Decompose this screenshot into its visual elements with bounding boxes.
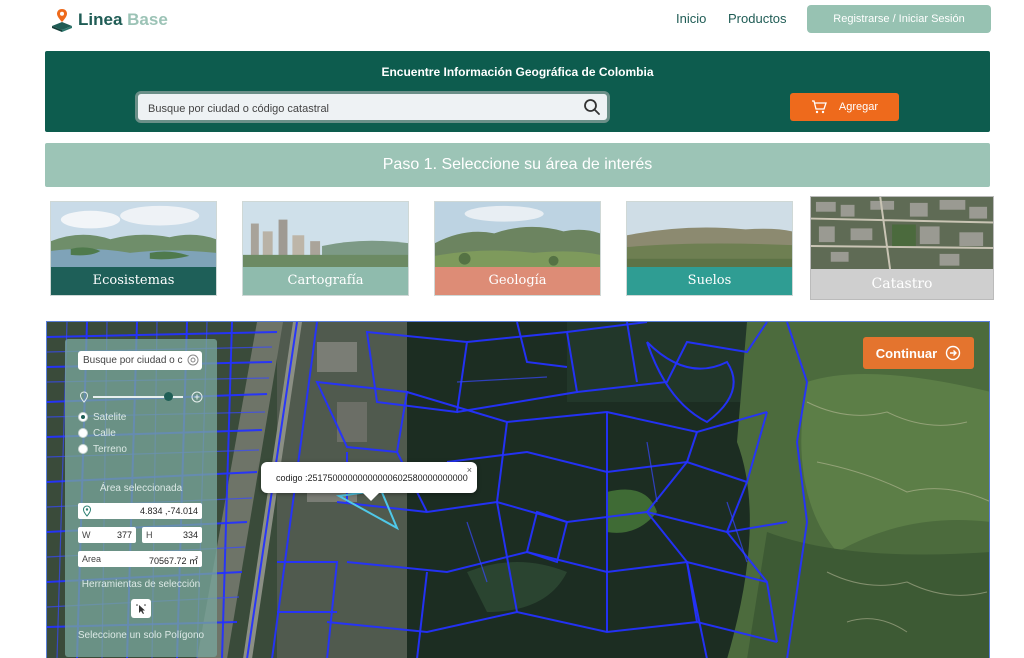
cart-icon [811,100,827,114]
card-ecosistemas-label: Ecosistemas [51,267,216,295]
location-pin-icon [82,505,92,517]
radio-button[interactable] [78,428,88,438]
add-button-label: Agregar [838,101,879,113]
nav-productos[interactable]: Productos [728,11,787,26]
map-pin-logo-icon [52,9,72,32]
radio-button[interactable] [78,412,88,422]
card-suelos-label: Suelos [627,267,792,295]
area-label: Area [82,554,102,564]
plus-circle-icon[interactable] [191,391,203,403]
map-control-panel: Satelite Calle Terreno Área seleccionada… [65,339,217,657]
width-field: W 377 [78,527,136,543]
brand-name: Linea Base [78,10,168,29]
width-value: 377 [116,530,132,540]
pin-icon [79,391,89,403]
opacity-slider[interactable] [79,390,203,404]
nav-inicio[interactable]: Inicio [676,11,706,26]
step-title: Paso 1. Seleccione su área de interés [45,143,990,187]
search-box[interactable] [135,91,610,123]
target-search-icon[interactable] [187,354,199,366]
register-login-button[interactable]: Registrarse / Iniciar Sesión [807,5,991,33]
height-label: H [146,530,153,540]
height-value: 334 [182,530,198,540]
area-title: Área seleccionada [99,483,183,494]
polygon-select-tool-button[interactable] [131,599,151,618]
layer-label: Terreno [93,443,127,455]
close-icon[interactable]: × [467,465,472,475]
slider-knob[interactable] [164,392,173,401]
map-view[interactable]: Continuar Satelite [46,321,990,658]
add-button[interactable]: Agregar [790,93,899,121]
layer-option-calle[interactable]: Calle [78,426,116,440]
area-field: Area 70567.72 ㎡ [78,551,202,567]
search-input[interactable] [148,100,568,118]
layer-label: Calle [93,427,116,439]
continue-button-label: Continuar [875,345,938,361]
layer-label: Satelite [93,411,127,423]
search-title: Encuentre Información Geográfica de Colo… [381,65,654,79]
card-ecosistemas[interactable]: Ecosistemas [50,201,217,296]
coords-field: 4.834 ,-74.014 [78,503,202,519]
height-field: H 334 [142,527,202,543]
card-cartografia[interactable]: Cartografía [242,201,409,296]
arrow-right-circle-icon [945,345,961,361]
search-band: Encuentre Información Geográfica de Colo… [45,51,990,132]
panel-search-box[interactable] [78,351,202,370]
coords-value: 4.834 ,-74.014 [139,506,198,516]
area-value: 70567.72 ㎡ [148,556,198,566]
card-geologia-label: Geología [435,267,600,295]
layer-option-satelite[interactable]: Satelite [78,410,126,424]
width-label: W [82,530,91,540]
continue-button[interactable]: Continuar [863,337,974,369]
card-geologia[interactable]: Geología [434,201,601,296]
radio-button[interactable] [78,444,88,454]
header: Linea Base Inicio Productos Registrarse … [0,0,1024,40]
panel-search-input[interactable] [83,353,183,368]
parcel-code: codigo :25175000000000000602580000000000 [276,473,468,483]
parcel-popup: codigo :25175000000000000602580000000000… [261,462,477,501]
layer-option-terreno[interactable]: Terreno [78,442,127,456]
popup-pointer [363,493,379,501]
card-suelos[interactable]: Suelos [626,201,793,296]
search-icon[interactable] [583,98,601,116]
card-cartografia-label: Cartografía [243,267,408,295]
pointer-select-icon [136,603,146,614]
card-catastro[interactable]: Catastro [810,196,994,300]
tool-note: Seleccione un solo Polígono [77,630,205,641]
logo[interactable]: Linea Base [50,7,168,33]
card-catastro-label: Catastro [811,269,993,299]
tools-title: Herramientas de selección [81,579,201,590]
